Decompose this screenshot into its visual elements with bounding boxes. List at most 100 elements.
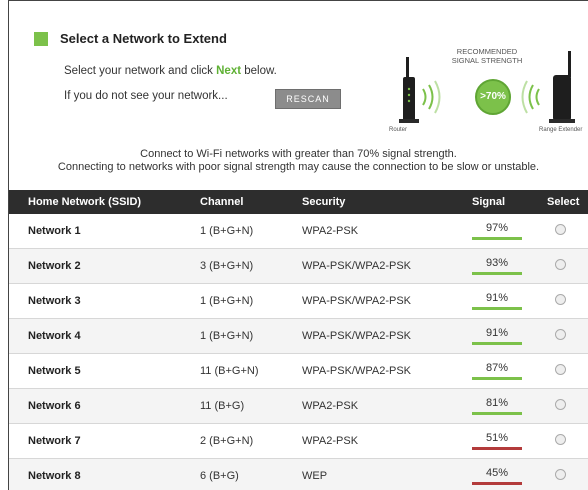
select-radio[interactable]: [555, 294, 566, 305]
signal-cell: 93%: [472, 248, 547, 284]
ssid-cell: Network 2: [9, 248, 200, 284]
header-section: Select a Network to Extend Select your n…: [9, 1, 588, 189]
ssid-cell: Network 8: [9, 458, 200, 490]
range-extender-icon: [549, 51, 575, 123]
table-row[interactable]: Network 11 (B+G+N) WPA2-PSK 97%: [9, 214, 588, 249]
signal-bar: [472, 377, 522, 380]
signal-value: 91%: [485, 292, 509, 304]
select-radio[interactable]: [555, 329, 566, 340]
select-radio[interactable]: [555, 469, 566, 480]
table-header-row: Home Network (SSID) Channel Security Sig…: [9, 190, 588, 214]
rescan-button[interactable]: RESCAN: [275, 89, 341, 109]
column-header-security: Security: [302, 190, 472, 214]
channel-cell: 11 (B+G): [200, 388, 302, 424]
signal-cell: 91%: [472, 283, 547, 319]
select-cell: [547, 318, 588, 354]
table-row[interactable]: Network 41 (B+G+N) WPA-PSK/WPA2-PSK 91%: [9, 318, 588, 354]
signal-indicator: 87%: [472, 362, 522, 380]
signal-value: 93%: [485, 257, 509, 269]
signal-indicator: 45%: [472, 467, 522, 485]
security-cell: WPA2-PSK: [302, 388, 472, 424]
signal-strength-graphic: RECOMMENDED SIGNAL STRENGTH >70% Router …: [389, 45, 588, 141]
signal-value: 81%: [485, 397, 509, 409]
info-text-line2: Connecting to networks with poor signal …: [57, 161, 540, 173]
select-radio[interactable]: [555, 224, 566, 235]
signal-cell: 91%: [472, 318, 547, 354]
extender-label: Range Extender: [539, 127, 583, 133]
column-header-select: Select: [547, 190, 588, 214]
info-text-line1: Connect to Wi-Fi networks with greater t…: [140, 148, 457, 160]
signal-indicator: 91%: [472, 327, 522, 345]
table-row[interactable]: Network 86 (B+G) WEP 45%: [9, 458, 588, 490]
channel-cell: 6 (B+G): [200, 458, 302, 490]
signal-value: 87%: [485, 362, 509, 374]
instruction-suffix: below.: [241, 65, 277, 77]
signal-indicator: 93%: [472, 257, 522, 275]
select-cell: [547, 423, 588, 459]
instruction-text: Select your network and click Next below…: [64, 65, 277, 77]
signal-bar: [472, 342, 522, 345]
ssid-cell: Network 5: [9, 353, 200, 389]
ssid-cell: Network 3: [9, 283, 200, 319]
column-header-channel: Channel: [200, 190, 302, 214]
channel-cell: 1 (B+G+N): [200, 318, 302, 354]
channel-cell: 1 (B+G+N): [200, 283, 302, 319]
not-seen-text: If you do not see your network...: [64, 90, 228, 102]
signal-cell: 51%: [472, 423, 547, 459]
page-title: Select a Network to Extend: [60, 31, 227, 46]
signal-bar: [472, 237, 522, 240]
signal-value: 97%: [485, 222, 509, 234]
title-row: Select a Network to Extend: [34, 31, 227, 46]
wifi-waves-right-icon: [521, 80, 540, 114]
security-cell: WEP: [302, 458, 472, 490]
signal-bar: [472, 482, 522, 485]
title-marker-icon: [34, 31, 48, 46]
channel-cell: 3 (B+G+N): [200, 248, 302, 284]
select-radio[interactable]: [555, 399, 566, 410]
ssid-cell: Network 7: [9, 423, 200, 459]
table-row[interactable]: Network 72 (B+G+N) WPA2-PSK 51%: [9, 423, 588, 459]
signal-indicator: 97%: [472, 222, 522, 240]
ssid-cell: Network 4: [9, 318, 200, 354]
select-radio[interactable]: [555, 364, 566, 375]
column-header-ssid: Home Network (SSID): [9, 190, 200, 214]
signal-indicator: 51%: [472, 432, 522, 450]
ssid-cell: Network 6: [9, 388, 200, 424]
column-header-signal: Signal: [472, 190, 547, 214]
signal-bar: [472, 412, 522, 415]
security-cell: WPA2-PSK: [302, 423, 472, 459]
signal-value: 91%: [485, 327, 509, 339]
select-radio[interactable]: [555, 434, 566, 445]
signal-indicator: 91%: [472, 292, 522, 310]
table-row[interactable]: Network 5 11 (B+G+N) WPA-PSK/WPA2-PSK 87%: [9, 353, 588, 389]
signal-value: 45%: [485, 467, 509, 479]
instruction-prefix: Select your network and click: [64, 65, 217, 77]
signal-cell: 45%: [472, 458, 547, 490]
security-cell: WPA-PSK/WPA2-PSK: [302, 248, 472, 284]
security-cell: WPA-PSK/WPA2-PSK: [302, 318, 472, 354]
select-radio[interactable]: [555, 259, 566, 270]
table-row[interactable]: Network 31 (B+G+N) WPA-PSK/WPA2-PSK 91%: [9, 283, 588, 319]
signal-bar: [472, 447, 522, 450]
signal-value: 51%: [485, 432, 509, 444]
select-cell: [547, 353, 588, 389]
select-cell: [547, 283, 588, 319]
table-row[interactable]: Network 23 (B+G+N) WPA-PSK/WPA2-PSK 93%: [9, 248, 588, 284]
signal-cell: 97%: [472, 214, 547, 249]
signal-cell: 87%: [472, 353, 547, 389]
router-icon: [399, 57, 419, 123]
channel-cell: 2 (B+G+N): [200, 423, 302, 459]
signal-bar: [472, 307, 522, 310]
select-cell: [547, 214, 588, 249]
wifi-waves-left-icon: [422, 80, 441, 114]
ssid-cell: Network 1: [9, 214, 200, 249]
select-cell: [547, 248, 588, 284]
channel-cell: 1 (B+G+N): [200, 214, 302, 249]
channel-cell: 11 (B+G+N): [200, 353, 302, 389]
router-label: Router: [389, 127, 408, 133]
signal-cell: 81%: [472, 388, 547, 424]
table-row[interactable]: Network 6 11 (B+G) WPA2-PSK 81%: [9, 388, 588, 424]
select-cell: [547, 458, 588, 490]
instruction-next: Next: [216, 65, 242, 77]
security-cell: WPA2-PSK: [302, 214, 472, 249]
